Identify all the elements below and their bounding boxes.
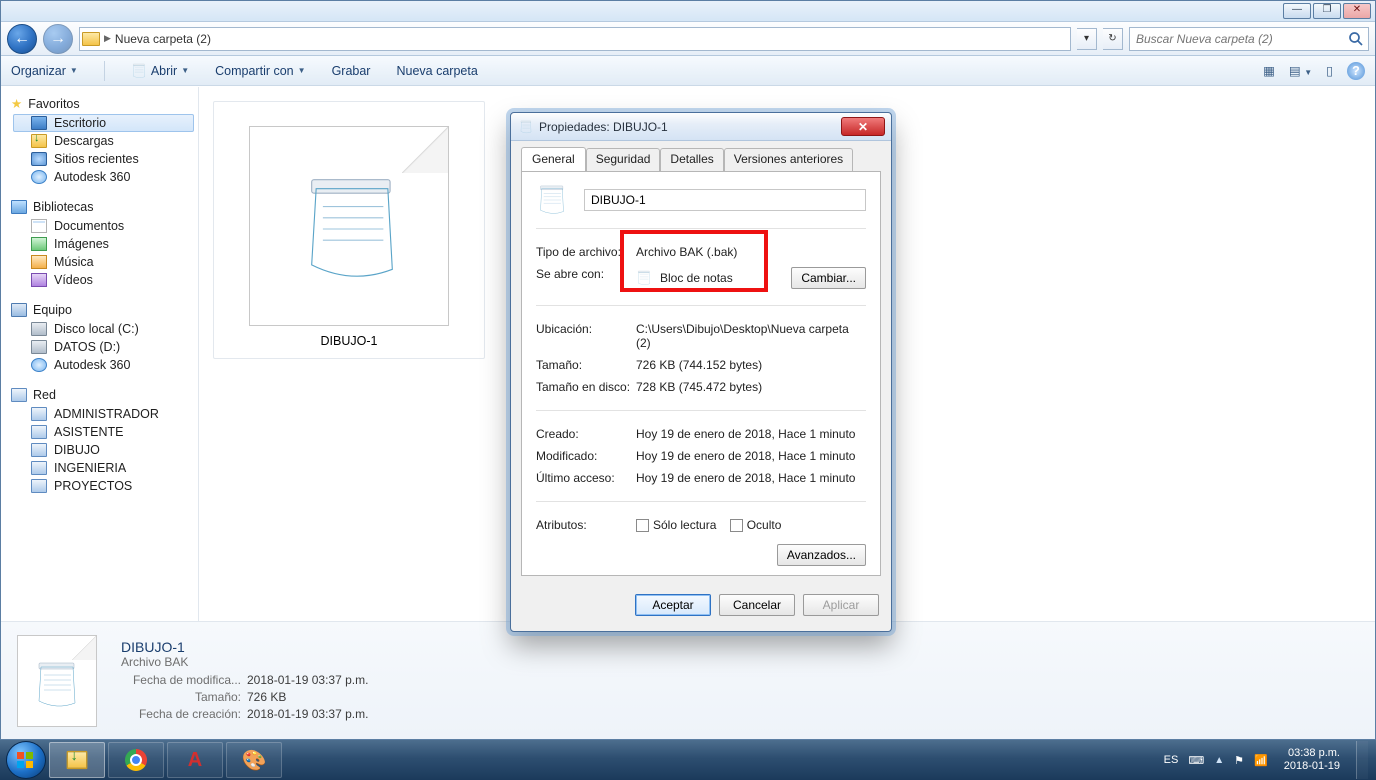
tab-content-general: Tipo de archivo:Archivo BAK (.bak) Se ab…	[521, 171, 881, 576]
computer-header[interactable]: Equipo	[11, 303, 194, 317]
properties-dialog: Propiedades: DIBUJO-1 ✕ General Segurida…	[510, 112, 892, 632]
advanced-button[interactable]: Avanzados...	[777, 544, 866, 566]
apply-button[interactable]: Aplicar	[803, 594, 879, 616]
notepad-icon	[519, 120, 533, 134]
refresh-button[interactable]: ↻	[1103, 28, 1123, 50]
back-button[interactable]: ←	[7, 24, 37, 54]
tab-previous-versions[interactable]: Versiones anteriores	[724, 148, 853, 172]
dialog-tabs: General Seguridad Detalles Versiones ant…	[521, 147, 881, 171]
dialog-button-row: Aceptar Cancelar Aplicar	[511, 585, 891, 625]
details-thumbnail	[17, 635, 97, 727]
file-name-label: DIBUJO-1	[321, 334, 378, 348]
burn-button[interactable]: Grabar	[332, 64, 371, 78]
notepad-icon	[636, 270, 652, 286]
sidebar-item-drive-c[interactable]: Disco local (C:)	[13, 320, 194, 338]
tray-keyboard-icon[interactable]: ⌨	[1188, 754, 1204, 767]
ok-button[interactable]: Aceptar	[635, 594, 711, 616]
details-filetype: Archivo BAK	[121, 655, 368, 669]
windows-logo-icon	[16, 750, 36, 770]
taskbar-chrome[interactable]	[108, 742, 164, 778]
taskbar: A 🎨 ES ⌨ ▲ ⚑ 📶 03:38 p.m. 2018-01-19	[0, 740, 1376, 780]
taskbar-clock[interactable]: 03:38 p.m. 2018-01-19	[1278, 747, 1346, 773]
folder-icon	[82, 32, 100, 46]
view-mode-button[interactable]: ▤ ▼	[1289, 63, 1312, 78]
view-slideshow-icon[interactable]: ▦	[1263, 63, 1275, 78]
dialog-titlebar[interactable]: Propiedades: DIBUJO-1 ✕	[511, 113, 891, 141]
readonly-checkbox[interactable]: Sólo lectura	[636, 518, 716, 532]
network-header[interactable]: Red	[11, 388, 194, 402]
file-thumbnail	[249, 126, 449, 326]
sidebar-item-drive-d[interactable]: DATOS (D:)	[13, 338, 194, 356]
tray-action-center-icon[interactable]: ⚑	[1234, 754, 1244, 767]
notepad-icon	[536, 184, 568, 216]
breadcrumb-current[interactable]: Nueva carpeta (2)	[115, 32, 211, 46]
breadcrumb-separator: ▶	[104, 33, 111, 44]
details-filename: DIBUJO-1	[121, 639, 368, 655]
taskbar-paint[interactable]: 🎨	[226, 742, 282, 778]
nav-bar: ← → ▶ Nueva carpeta (2) ▾ ↻	[1, 22, 1375, 56]
filename-input[interactable]	[584, 189, 866, 211]
tab-general[interactable]: General	[521, 147, 586, 171]
close-button[interactable]: ✕	[1343, 3, 1371, 19]
maximize-button[interactable]: ❐	[1313, 3, 1341, 19]
taskbar-autocad[interactable]: A	[167, 742, 223, 778]
start-button[interactable]	[6, 741, 46, 779]
new-folder-button[interactable]: Nueva carpeta	[396, 64, 477, 78]
language-indicator[interactable]: ES	[1164, 754, 1179, 766]
details-pane: DIBUJO-1 Archivo BAK Fecha de modifica..…	[1, 621, 1375, 739]
dialog-title-text: Propiedades: DIBUJO-1	[539, 120, 668, 134]
organize-menu[interactable]: Organizar ▼	[11, 64, 78, 78]
help-button[interactable]: ?	[1347, 62, 1365, 80]
tab-security[interactable]: Seguridad	[586, 148, 661, 172]
forward-button[interactable]: →	[43, 24, 73, 54]
sidebar-item-desktop[interactable]: Escritorio	[13, 114, 194, 132]
system-tray: ES ⌨ ▲ ⚑ 📶 03:38 p.m. 2018-01-19	[1164, 740, 1370, 780]
search-icon	[1348, 31, 1364, 47]
sidebar-item-net-4[interactable]: PROYECTOS	[13, 477, 194, 495]
window-titlebar: — ❐ ✕	[1, 1, 1375, 22]
toolbar: Organizar ▼ Abrir ▼ Compartir con ▼ Grab…	[1, 56, 1375, 86]
open-button[interactable]: Abrir ▼	[131, 63, 189, 79]
file-tile[interactable]: DIBUJO-1	[213, 101, 485, 359]
sidebar: ★Favoritos Escritorio Descargas Sitios r…	[1, 87, 199, 621]
favorites-header[interactable]: ★Favoritos	[11, 96, 194, 111]
libraries-header[interactable]: Bibliotecas	[11, 200, 194, 214]
minimize-button[interactable]: —	[1283, 3, 1311, 19]
share-menu[interactable]: Compartir con ▼	[215, 64, 305, 78]
address-history-button[interactable]: ▾	[1077, 28, 1097, 50]
tray-overflow-button[interactable]: ▲	[1214, 755, 1224, 766]
notepad-icon	[296, 173, 408, 285]
notepad-icon	[30, 660, 84, 710]
hidden-checkbox[interactable]: Oculto	[730, 518, 782, 532]
sidebar-item-documents[interactable]: Documentos	[13, 217, 194, 235]
sidebar-item-net-2[interactable]: DIBUJO	[13, 441, 194, 459]
sidebar-item-music[interactable]: Música	[13, 253, 194, 271]
sidebar-item-autodesk[interactable]: Autodesk 360	[13, 168, 194, 186]
sidebar-item-net-1[interactable]: ASISTENTE	[13, 423, 194, 441]
sidebar-item-recent[interactable]: Sitios recientes	[13, 150, 194, 168]
taskbar-explorer[interactable]	[49, 742, 105, 778]
sidebar-item-images[interactable]: Imágenes	[13, 235, 194, 253]
cancel-button[interactable]: Cancelar	[719, 594, 795, 616]
change-program-button[interactable]: Cambiar...	[791, 267, 866, 289]
sidebar-item-autodesk-2[interactable]: Autodesk 360	[13, 356, 194, 374]
preview-pane-button[interactable]: ▯	[1326, 63, 1333, 78]
sidebar-item-net-0[interactable]: ADMINISTRADOR	[13, 405, 194, 423]
sidebar-item-videos[interactable]: Vídeos	[13, 271, 194, 289]
sidebar-item-downloads[interactable]: Descargas	[13, 132, 194, 150]
search-input[interactable]	[1134, 31, 1348, 47]
show-desktop-button[interactable]	[1356, 741, 1368, 779]
tab-details[interactable]: Detalles	[660, 148, 723, 172]
tray-network-icon[interactable]: 📶	[1254, 754, 1268, 767]
dialog-close-button[interactable]: ✕	[841, 117, 885, 136]
sidebar-item-net-3[interactable]: INGENIERIA	[13, 459, 194, 477]
address-bar[interactable]: ▶ Nueva carpeta (2)	[79, 27, 1071, 51]
search-box[interactable]	[1129, 27, 1369, 51]
